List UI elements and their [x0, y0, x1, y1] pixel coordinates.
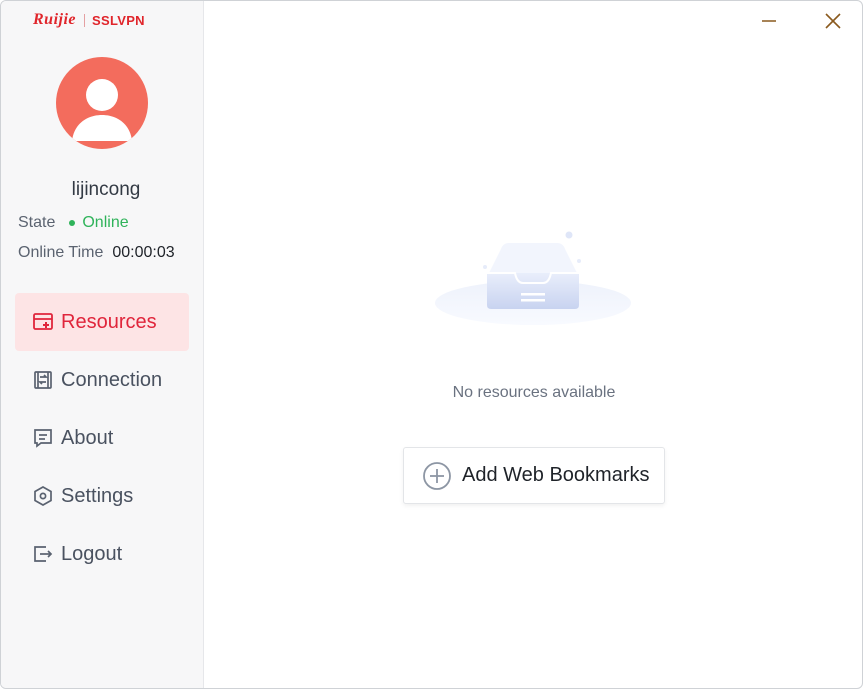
status-dot-icon — [69, 220, 76, 226]
minimize-button[interactable] — [758, 10, 780, 32]
settings-icon — [32, 485, 54, 507]
sidebar-item-label: Resources — [61, 310, 157, 333]
sidebar: Ruijie SSLVPN lijincong State Online Onl… — [1, 1, 204, 688]
close-button[interactable] — [822, 10, 844, 32]
sidebar-item-about[interactable]: About — [15, 409, 189, 467]
sidebar-nav: Resources Connection About Settings Logo… — [15, 293, 189, 583]
sidebar-item-settings[interactable]: Settings — [15, 467, 189, 525]
about-icon — [32, 427, 54, 449]
minimize-icon — [762, 20, 776, 22]
status-badge: Online — [69, 214, 129, 232]
username: lijincong — [71, 179, 141, 200]
plus-circle-icon — [422, 461, 452, 491]
sidebar-item-logout[interactable]: Logout — [15, 525, 189, 583]
brand-divider — [84, 13, 86, 27]
empty-state-message: No resources available — [452, 384, 616, 401]
sidebar-item-label: Connection — [61, 368, 163, 391]
sidebar-item-resources[interactable]: Resources — [15, 293, 189, 351]
brand-logo: Ruijie SSLVPN — [33, 10, 145, 30]
empty-inbox-icon — [431, 227, 635, 331]
close-icon — [825, 13, 841, 29]
sidebar-item-connection[interactable]: Connection — [15, 351, 189, 409]
connection-icon — [32, 369, 54, 391]
state-value: Online — [82, 214, 129, 231]
window-controls — [716, 10, 844, 32]
state-label: State — [18, 214, 56, 231]
brand-name: Ruijie — [33, 11, 77, 28]
app-window: Ruijie SSLVPN lijincong State Online Onl… — [0, 0, 863, 689]
logout-icon — [32, 543, 54, 565]
sidebar-item-label: Logout — [61, 542, 123, 565]
online-time-value: 00:00:03 — [112, 244, 175, 261]
resources-icon — [32, 311, 54, 333]
online-time-row: Online Time 00:00:03 — [18, 244, 175, 262]
product-name: SSLVPN — [92, 12, 145, 28]
state-row: State Online — [18, 214, 129, 232]
sidebar-item-label: Settings — [61, 484, 134, 507]
sidebar-item-label: About — [61, 426, 114, 449]
online-time-label: Online Time — [18, 244, 104, 261]
add-web-bookmarks-button[interactable]: Add Web Bookmarks — [403, 447, 665, 504]
user-avatar-icon — [56, 57, 148, 149]
add-button-label: Add Web Bookmarks — [462, 464, 650, 486]
